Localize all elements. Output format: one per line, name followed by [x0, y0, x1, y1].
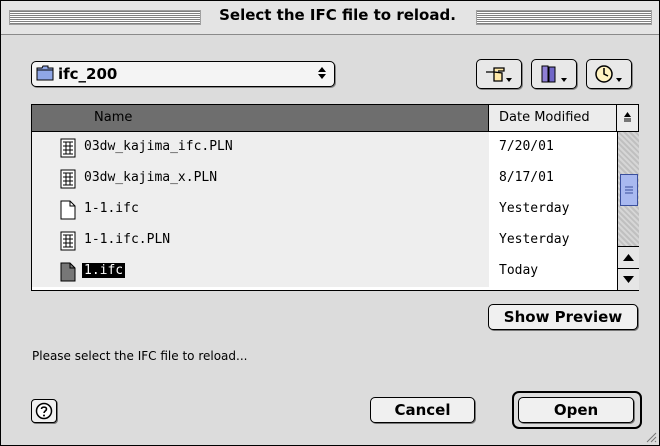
file-date: Yesterday — [499, 232, 570, 247]
file-list[interactable]: Name Date Modified 03dw_kajima_ifc.PLN 7… — [31, 104, 639, 291]
file-date: 8/17/01 — [499, 170, 554, 185]
folder-icon — [36, 65, 54, 81]
list-item[interactable]: 1-1.ifc Yesterday — [32, 194, 616, 225]
file-name: 1-1.ifc.PLN — [84, 232, 171, 247]
document-icon — [60, 200, 76, 220]
status-message: Please select the IFC file to reload... — [32, 349, 248, 363]
clock-icon — [595, 65, 622, 83]
favorites-button[interactable] — [531, 59, 577, 89]
pointing-hand-icon — [486, 67, 512, 82]
scroll-down-button[interactable] — [618, 268, 639, 290]
file-name: 1-1.ifc — [84, 201, 139, 216]
show-preview-button[interactable]: Show Preview — [488, 304, 638, 330]
document-icon — [60, 262, 76, 282]
help-icon — [35, 402, 53, 420]
folder-popup-menu[interactable]: ifc_200 — [31, 61, 335, 87]
title-stripes-right — [476, 10, 652, 25]
column-date-label: Date Modified — [499, 110, 590, 125]
arrow-down-icon — [623, 276, 634, 283]
open-button[interactable]: Open — [518, 397, 634, 423]
scroll-thumb[interactable] — [620, 174, 638, 206]
file-date: 7/20/01 — [499, 139, 554, 154]
title-stripes-left — [9, 10, 201, 25]
dialog-title: Select the IFC file to reload. — [219, 6, 456, 24]
file-date: Today — [499, 263, 539, 278]
column-name-label: Name — [94, 110, 133, 125]
list-rows: 03dw_kajima_ifc.PLN 7/20/01 03dw_kajima_… — [32, 132, 616, 290]
file-name: 03dw_kajima_x.PLN — [84, 170, 218, 185]
file-name: 1.ifc — [82, 263, 126, 278]
popup-arrows-icon — [318, 67, 326, 79]
scroll-up-button[interactable] — [618, 246, 639, 268]
list-item[interactable]: 1-1.ifc.PLN Yesterday — [32, 225, 616, 256]
list-item[interactable]: 03dw_kajima_ifc.PLN 7/20/01 — [32, 132, 616, 163]
folder-name: ifc_200 — [58, 65, 118, 83]
vertical-scrollbar[interactable] — [617, 132, 639, 290]
sort-icon — [624, 112, 631, 122]
books-icon — [541, 65, 567, 83]
list-header: Name Date Modified — [32, 105, 638, 132]
column-header-date[interactable]: Date Modified — [489, 105, 617, 131]
resize-grip-icon[interactable] — [645, 431, 657, 443]
default-button-ring: Open — [512, 391, 642, 429]
column-header-name[interactable]: Name — [32, 105, 489, 131]
list-item-selected[interactable]: 1.ifc Today — [32, 256, 616, 287]
plan-file-icon — [60, 231, 76, 251]
file-name: 03dw_kajima_ifc.PLN — [84, 139, 233, 154]
cancel-button[interactable]: Cancel — [370, 397, 475, 423]
sort-order-button[interactable] — [617, 105, 638, 131]
help-button[interactable] — [31, 399, 57, 423]
recent-button[interactable] — [586, 59, 632, 89]
arrow-up-icon — [623, 254, 634, 261]
plan-file-icon — [60, 138, 76, 158]
thumb-grip-icon — [625, 186, 633, 194]
plan-file-icon — [60, 169, 76, 189]
file-dialog-window: Select the IFC file to reload. ifc_200 N… — [0, 0, 660, 446]
file-date: Yesterday — [499, 201, 570, 216]
title-bar[interactable]: Select the IFC file to reload. — [1, 1, 659, 35]
list-item[interactable]: 03dw_kajima_x.PLN 8/17/01 — [32, 163, 616, 194]
shortcuts-button[interactable] — [476, 59, 522, 89]
